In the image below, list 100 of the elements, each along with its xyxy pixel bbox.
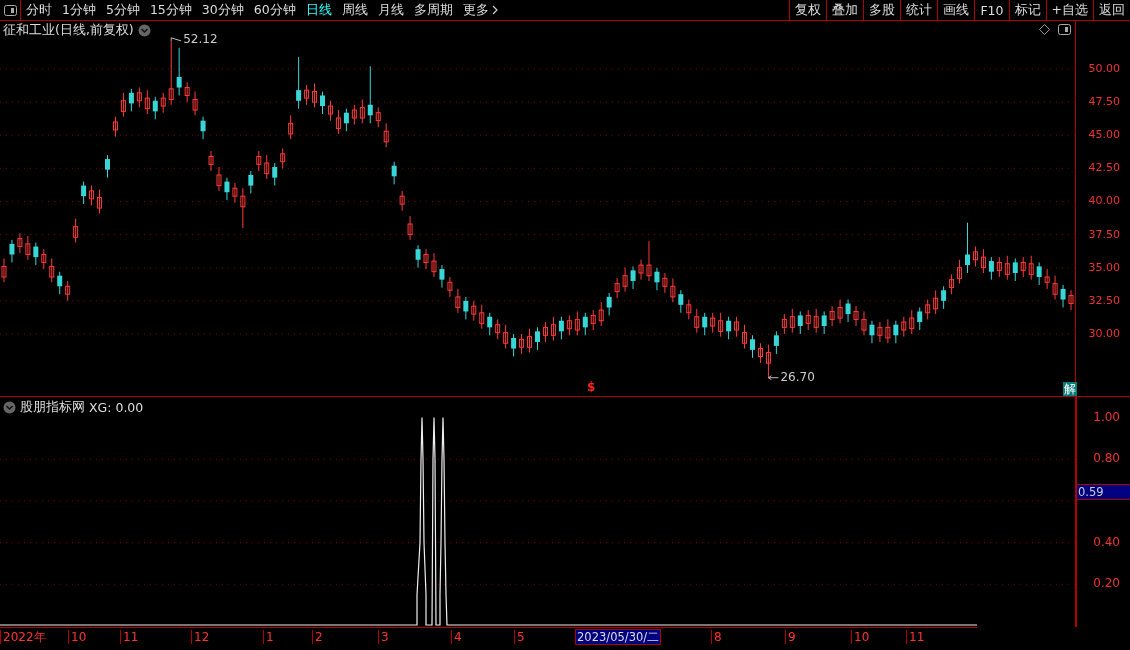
candlestick — [359, 98, 365, 124]
candlestick — [869, 320, 875, 344]
candlestick — [280, 147, 286, 169]
candlestick — [726, 316, 732, 340]
candlestick — [1060, 284, 1066, 308]
candlestick — [877, 321, 883, 343]
indicator-axis-label: 0.20 — [1093, 576, 1120, 591]
candlestick — [375, 106, 381, 128]
date-axis-label: 4 — [451, 630, 462, 644]
panel-toggle-icon[interactable] — [1058, 24, 1071, 35]
candlestick — [41, 248, 47, 270]
period-tab[interactable]: 5分钟 — [100, 0, 145, 20]
toolbar-button[interactable]: 标记 — [1008, 0, 1046, 20]
candlestick — [614, 277, 620, 299]
candlestick — [718, 312, 724, 338]
period-tab[interactable]: 更多 — [457, 0, 503, 20]
candlestick — [105, 154, 110, 179]
candlestick — [829, 305, 835, 327]
period-tab[interactable]: 周线 — [336, 0, 373, 20]
candlestick — [949, 273, 955, 295]
candlestick — [630, 265, 636, 290]
candlestick — [208, 150, 214, 172]
candlestick — [224, 177, 230, 201]
candlestick — [821, 310, 827, 335]
toolbar-button[interactable]: 复权 — [789, 0, 827, 20]
period-tab[interactable]: 15分钟 — [144, 0, 197, 20]
candlestick — [797, 310, 803, 335]
candlestick — [686, 299, 692, 320]
candlestick — [447, 276, 453, 298]
candlestick — [1068, 289, 1074, 311]
candlestick — [750, 334, 755, 359]
candlestick — [423, 248, 429, 270]
price-axis-label: 32.50 — [1088, 293, 1120, 307]
candlestick — [980, 248, 986, 274]
candlestick — [845, 299, 851, 323]
price-axis-label: 40.00 — [1088, 194, 1120, 208]
period-tab[interactable]: 1分钟 — [57, 0, 101, 20]
indicator-axis-label: 0.40 — [1093, 534, 1120, 549]
candlestick — [216, 166, 222, 192]
period-tab[interactable]: 日线 — [300, 0, 337, 20]
candlestick — [57, 271, 63, 295]
toolbar-button[interactable]: 多股 — [863, 0, 901, 20]
dropdown-icon[interactable] — [137, 24, 151, 37]
toolbar-button[interactable]: 返回 — [1093, 0, 1130, 20]
candlestick — [1, 257, 7, 283]
candlestick — [367, 65, 373, 124]
period-tab[interactable]: 多周期 — [408, 0, 458, 20]
diamond-icon[interactable] — [1039, 24, 1050, 35]
candlestick — [112, 116, 118, 138]
toolbar-button[interactable]: 统计 — [900, 0, 938, 20]
panel-toggle-icon[interactable] — [3, 4, 17, 16]
price-axis-label: 50.00 — [1088, 61, 1120, 75]
toolbar-button[interactable]: 画线 — [937, 0, 975, 20]
indicator-axis-label: 0.80 — [1093, 451, 1120, 466]
period-tab[interactable]: 30分钟 — [196, 0, 249, 20]
candlestick — [17, 232, 23, 254]
candlestick — [837, 299, 843, 324]
candlestick — [97, 189, 103, 214]
candlestick — [73, 218, 79, 244]
candlestick — [272, 162, 278, 187]
candlestick — [670, 277, 676, 303]
candlestick — [542, 321, 548, 343]
candlestick — [160, 92, 166, 114]
badge[interactable]: 解 — [1063, 382, 1077, 396]
candlestick — [638, 259, 644, 281]
high-price-label: 52.12 — [183, 31, 218, 46]
candlestick — [33, 242, 39, 266]
candlestick — [558, 316, 564, 340]
toolbar-button[interactable]: +自选 — [1045, 0, 1093, 20]
candlestick — [996, 256, 1002, 278]
candlestick — [463, 296, 469, 320]
candlestick — [861, 310, 867, 336]
candlestick — [1036, 261, 1042, 286]
candlestick — [805, 309, 811, 331]
period-tab[interactable]: 月线 — [372, 0, 409, 20]
candlestick — [81, 181, 87, 205]
candlestick — [694, 308, 700, 334]
candlestick — [1052, 275, 1058, 301]
period-tab[interactable]: 分时 — [21, 0, 57, 20]
candlestick — [702, 312, 708, 336]
candlestick — [327, 100, 333, 122]
candlestick — [439, 264, 445, 289]
candlestick — [933, 289, 939, 315]
chevron-right-icon — [491, 5, 498, 15]
candlestick — [1028, 255, 1034, 281]
dropdown-icon[interactable] — [3, 401, 16, 414]
candlestick — [773, 330, 779, 355]
candlestick — [757, 342, 763, 364]
candlestick — [65, 280, 71, 302]
candlestick — [503, 324, 509, 350]
candlestick — [781, 313, 787, 335]
candlestick — [550, 316, 556, 342]
candlestick — [574, 310, 580, 336]
candlestick — [511, 333, 517, 358]
toolbar-button[interactable]: F10 — [974, 0, 1009, 20]
price-axis-label: 37.50 — [1088, 227, 1120, 241]
date-axis-label: 8 — [711, 630, 722, 644]
candlestick — [972, 246, 978, 267]
period-tab[interactable]: 60分钟 — [248, 0, 301, 20]
toolbar-button[interactable]: 叠加 — [826, 0, 864, 20]
